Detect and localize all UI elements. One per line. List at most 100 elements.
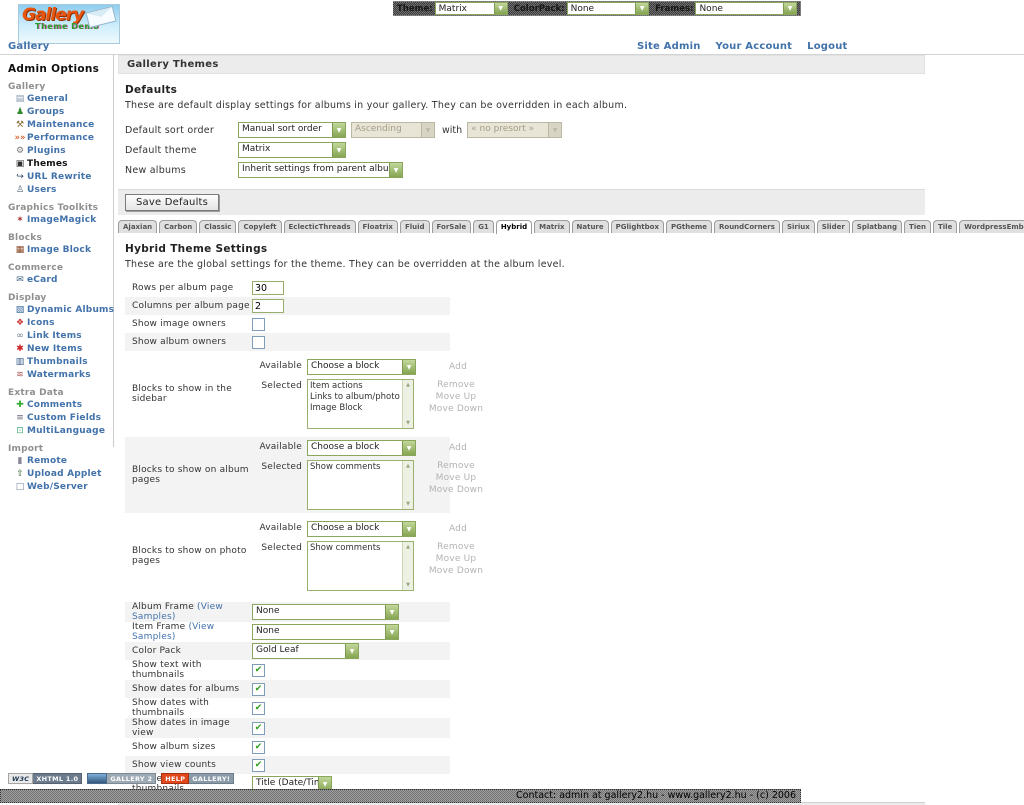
tab-tien[interactable]: Tien xyxy=(904,220,931,233)
move-down-link[interactable]: Move Down xyxy=(427,484,485,496)
add-block-link[interactable]: Add xyxy=(429,440,487,454)
sidebar-item-custom-fields[interactable]: ≡ Custom Fields xyxy=(13,412,113,424)
save-defaults-button[interactable]: Save Defaults xyxy=(125,194,219,211)
show-album-owners-checkbox[interactable] xyxy=(252,336,265,349)
remove-block-link[interactable]: Remove xyxy=(427,541,485,553)
sidebar-item-themes[interactable]: ▣ Themes xyxy=(13,158,113,170)
scrollbar[interactable]: ▲ ▼ xyxy=(402,380,413,428)
move-up-link[interactable]: Move Up xyxy=(427,553,485,565)
columns-per-page-input[interactable] xyxy=(252,299,284,313)
list-item[interactable]: Links to album/photo peers xyxy=(310,392,402,403)
sidebar-item-performance[interactable]: »» Performance xyxy=(13,132,113,144)
tab-copyleft[interactable]: Copyleft xyxy=(238,220,281,233)
tab-pglightbox[interactable]: PGlightbox xyxy=(611,220,664,233)
tab-carbon[interactable]: Carbon xyxy=(159,220,197,233)
scroll-up-icon[interactable]: ▲ xyxy=(406,544,410,550)
move-up-link[interactable]: Move Up xyxy=(427,391,485,403)
sidebar-item-ecard[interactable]: ✉ eCard xyxy=(13,274,113,286)
tab-forsale[interactable]: ForSale xyxy=(432,220,472,233)
photo-selected-blocks-list[interactable]: Show comments ▲ ▼ xyxy=(307,541,414,591)
tab-pgtheme[interactable]: PGtheme xyxy=(666,220,712,233)
list-item[interactable]: Show comments xyxy=(310,462,402,473)
gallery-logo[interactable]: Gallery Theme Demo xyxy=(18,4,120,44)
scroll-down-icon[interactable]: ▼ xyxy=(406,582,410,588)
sidebar-item-image-block[interactable]: ▦ Image Block xyxy=(13,244,113,256)
rows-per-page-input[interactable] xyxy=(252,281,284,295)
tab-splatbang[interactable]: Splatbang xyxy=(852,220,902,233)
sidebar-item-groups[interactable]: ♟ Groups xyxy=(13,106,113,118)
sidebar-item-web-server[interactable]: □ Web/Server xyxy=(13,481,113,493)
show-view-counts-checkbox[interactable]: ✔ xyxy=(252,759,265,772)
scrollbar[interactable]: ▲ ▼ xyxy=(402,542,413,590)
breadcrumb-gallery-link[interactable]: Gallery xyxy=(8,41,49,52)
sidebar-item-upload-applet[interactable]: ⇧ Upload Applet xyxy=(13,468,113,480)
list-item[interactable]: Item actions xyxy=(310,381,402,392)
color-pack-select[interactable]: Gold Leaf ▼ xyxy=(252,643,359,659)
move-up-link[interactable]: Move Up xyxy=(427,472,485,484)
tab-wordpressembedded[interactable]: WordpressEmbedded xyxy=(959,220,1024,233)
sidebar-item-link-items[interactable]: ∞ Link Items xyxy=(13,330,113,342)
sidebar-item-new-items[interactable]: ✱ New Items xyxy=(13,343,113,355)
tab-g1[interactable]: G1 xyxy=(473,220,494,233)
add-block-link[interactable]: Add xyxy=(429,359,487,373)
remove-block-link[interactable]: Remove xyxy=(427,460,485,472)
list-item[interactable]: Show comments xyxy=(310,543,402,554)
sidebar-item-comments[interactable]: ✚ Comments xyxy=(13,399,113,411)
gallery2-badge[interactable]: GALLERY 2 xyxy=(87,773,156,784)
sidebar-selected-blocks-list[interactable]: Item actions Links to album/photo peers … xyxy=(307,379,414,429)
tab-siriux[interactable]: Siriux xyxy=(782,220,815,233)
sidebar-item-users[interactable]: ♙ Users xyxy=(13,184,113,196)
show-dates-image-view-checkbox[interactable]: ✔ xyxy=(252,722,265,735)
sidebar-item-dynamic-albums[interactable]: ▧ Dynamic Albums xyxy=(13,304,113,316)
scrollbar[interactable]: ▲ ▼ xyxy=(402,461,413,509)
album-selected-blocks-list[interactable]: Show comments ▲ ▼ xyxy=(307,460,414,510)
site-admin-link[interactable]: Site Admin xyxy=(637,41,701,52)
tab-tile[interactable]: Tile xyxy=(933,220,957,233)
tab-classic[interactable]: Classic xyxy=(199,220,236,233)
sidebar-item-url-rewrite[interactable]: ↪ URL Rewrite xyxy=(13,171,113,183)
sidebar-item-remote[interactable]: ▮ Remote xyxy=(13,455,113,467)
list-item[interactable]: Image Block xyxy=(310,403,402,414)
album-frame-select[interactable]: None ▼ xyxy=(252,604,399,620)
tab-ajaxian[interactable]: Ajaxian xyxy=(118,220,157,233)
sidebar-item-plugins[interactable]: ⚙ Plugins xyxy=(13,145,113,157)
scroll-up-icon[interactable]: ▲ xyxy=(406,382,410,388)
logout-link[interactable]: Logout xyxy=(807,41,847,52)
tab-eclecticthreads[interactable]: EclecticThreads xyxy=(284,220,356,233)
show-album-sizes-checkbox[interactable]: ✔ xyxy=(252,741,265,754)
scroll-down-icon[interactable]: ▼ xyxy=(406,420,410,426)
tab-floatrix[interactable]: Floatrix xyxy=(358,220,398,233)
sidebar-available-block-select[interactable]: Choose a block ▼ xyxy=(307,359,416,375)
default-sort-order-select[interactable]: Manual sort order ▼ xyxy=(238,122,346,138)
colorpack-select[interactable]: None ▼ xyxy=(567,2,650,15)
sidebar-item-icons[interactable]: ❖ Icons xyxy=(13,317,113,329)
item-frame-select[interactable]: None ▼ xyxy=(252,624,399,640)
default-theme-select[interactable]: Matrix ▼ xyxy=(238,142,346,158)
sidebar-item-imagemagick[interactable]: ✶ ImageMagick xyxy=(13,214,113,226)
tab-matrix[interactable]: Matrix xyxy=(534,220,569,233)
theme-select[interactable]: Matrix ▼ xyxy=(435,2,508,15)
sidebar-item-maintenance[interactable]: ⚒ Maintenance xyxy=(13,119,113,131)
sidebar-item-thumbnails[interactable]: ▥ Thumbnails xyxy=(13,356,113,368)
tab-hybrid[interactable]: Hybrid xyxy=(496,220,532,234)
add-block-link[interactable]: Add xyxy=(429,521,487,535)
scroll-up-icon[interactable]: ▲ xyxy=(406,463,410,469)
show-dates-albums-checkbox[interactable]: ✔ xyxy=(252,683,265,696)
new-albums-select[interactable]: Inherit settings from parent album ▼ xyxy=(238,162,403,178)
tab-nature[interactable]: Nature xyxy=(572,220,609,233)
tab-roundcorners[interactable]: RoundCorners xyxy=(714,220,780,233)
tab-slider[interactable]: Slider xyxy=(817,220,850,233)
move-down-link[interactable]: Move Down xyxy=(427,403,485,415)
remove-block-link[interactable]: Remove xyxy=(427,379,485,391)
tab-fluid[interactable]: Fluid xyxy=(400,220,430,233)
w3c-xhtml-badge[interactable]: W3C XHTML 1.0 xyxy=(8,773,82,784)
your-account-link[interactable]: Your Account xyxy=(716,41,793,52)
help-gallery-badge[interactable]: HELP GALLERY! xyxy=(161,773,234,784)
scroll-down-icon[interactable]: ▼ xyxy=(406,501,410,507)
sidebar-item-watermarks[interactable]: ≋ Watermarks xyxy=(13,369,113,381)
frames-select[interactable]: None ▼ xyxy=(695,2,797,15)
show-image-owners-checkbox[interactable] xyxy=(252,318,265,331)
photo-available-block-select[interactable]: Choose a block ▼ xyxy=(307,521,416,537)
sidebar-item-general[interactable]: ▤ General xyxy=(13,93,113,105)
show-text-thumbnails-checkbox[interactable]: ✔ xyxy=(252,664,265,677)
